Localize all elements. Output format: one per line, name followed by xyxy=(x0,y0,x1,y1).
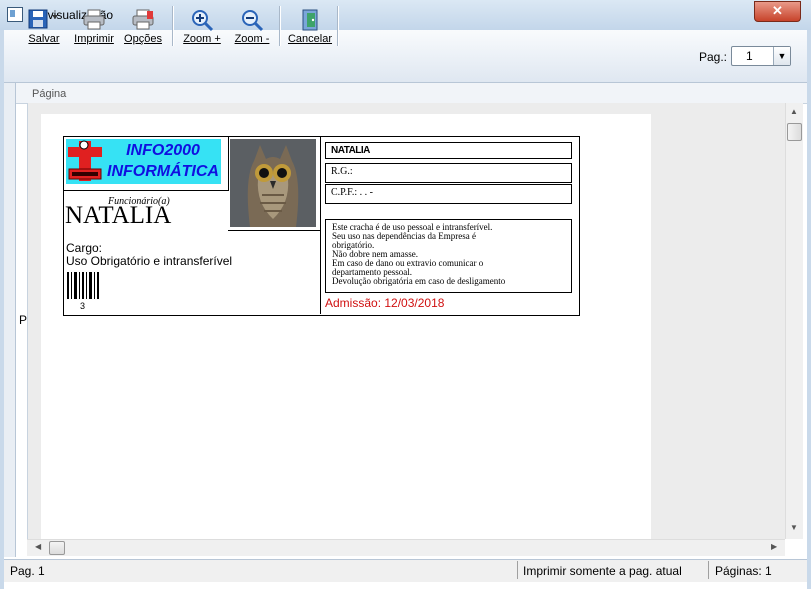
cpf-field-label: C.P.F.: . . - xyxy=(331,187,373,198)
horizontal-scrollbar[interactable]: ◀ ▶ xyxy=(27,539,785,556)
close-button[interactable]: ✕ xyxy=(754,1,801,22)
scroll-up-icon[interactable]: ▲ xyxy=(790,107,798,116)
page-panel-header: Página xyxy=(15,83,807,104)
scroll-down-icon[interactable]: ▼ xyxy=(790,523,798,532)
exit-door-icon xyxy=(302,9,318,31)
badge-notice: Este cracha é de uso pessoal e intransfe… xyxy=(325,219,572,293)
logo-line-1: INFO2000 xyxy=(126,142,200,159)
app-icon xyxy=(7,7,23,22)
cargo-label: Cargo: xyxy=(66,241,103,255)
badge-divider xyxy=(63,190,229,191)
vertical-scrollbar[interactable]: ▲ ▼ xyxy=(785,103,803,539)
options-button[interactable]: Opções xyxy=(122,6,164,48)
name-field-value: NATALIA xyxy=(331,145,370,156)
zoom-in-icon xyxy=(192,10,214,32)
status-bar xyxy=(4,559,807,582)
cpf-field-box: C.P.F.: . . - xyxy=(325,184,572,204)
close-icon: ✕ xyxy=(772,3,783,18)
status-divider xyxy=(708,561,709,579)
zoom-out-icon xyxy=(242,10,264,32)
logo-mascot-icon xyxy=(68,140,102,181)
print-button[interactable]: Imprimir xyxy=(73,6,115,48)
badge-divider xyxy=(320,136,321,314)
window-frame-right xyxy=(807,30,811,589)
barcode-icon xyxy=(67,272,99,299)
badge-divider xyxy=(228,136,229,191)
zoom-in-label: Zoom + xyxy=(183,33,221,45)
toolbar-separator xyxy=(172,6,174,46)
status-print-mode: Imprimir somente a pag. atual xyxy=(523,564,682,578)
cancel-label: Cancelar xyxy=(287,33,333,45)
barcode-number: 3 xyxy=(80,301,86,311)
zoom-out-button[interactable]: Zoom - xyxy=(231,6,273,48)
owl-photo-icon xyxy=(230,139,316,227)
page-select[interactable]: 1 ▼ xyxy=(731,46,791,66)
save-button[interactable]: Salvar xyxy=(24,6,64,48)
status-divider xyxy=(517,561,518,579)
left-ruler-strip xyxy=(4,83,16,557)
printer-icon xyxy=(83,9,105,30)
horizontal-scroll-thumb[interactable] xyxy=(49,541,65,555)
toolbar-separator xyxy=(279,6,281,46)
chevron-down-icon[interactable]: ▼ xyxy=(773,47,790,65)
rg-field-label: R.G.: xyxy=(331,166,353,177)
page-label: Pag.: xyxy=(699,50,728,64)
page-select-value: 1 xyxy=(746,49,753,63)
admission-date: Admissão: 12/03/2018 xyxy=(325,296,445,310)
save-icon xyxy=(28,9,58,29)
employee-photo xyxy=(230,139,316,227)
scroll-left-icon[interactable]: ◀ xyxy=(35,542,41,551)
vertical-scroll-thumb[interactable] xyxy=(787,123,802,141)
printer-options-icon xyxy=(132,9,154,30)
status-pages: Páginas: 1 xyxy=(715,564,772,578)
save-label: Salvar xyxy=(28,33,60,45)
page-panel-title: Página xyxy=(32,88,67,100)
zoom-out-label: Zoom - xyxy=(234,33,270,45)
cargo-value: Uso Obrigatório e intransferível xyxy=(66,254,233,268)
scroll-right-icon[interactable]: ▶ xyxy=(771,542,777,551)
status-page: Pag. 1 xyxy=(10,564,45,578)
toolbar-separator xyxy=(337,6,339,46)
side-marker: P xyxy=(19,313,28,327)
badge-divider xyxy=(228,230,321,231)
logo-line-2: INFORMÁTICA xyxy=(107,163,219,180)
zoom-in-button[interactable]: Zoom + xyxy=(181,6,223,48)
rg-field-box: R.G.: xyxy=(325,163,572,183)
options-label: Opções xyxy=(124,33,162,45)
notice-line: Devolução obrigatória em caso de desliga… xyxy=(332,276,506,286)
print-label: Imprimir xyxy=(74,33,114,45)
cancel-button[interactable]: Cancelar xyxy=(287,6,333,48)
logo-text: INFO2000 INFORMÁTICA xyxy=(104,140,222,182)
employee-name: NATALIA xyxy=(65,202,172,229)
name-field-box: NATALIA xyxy=(325,142,572,159)
